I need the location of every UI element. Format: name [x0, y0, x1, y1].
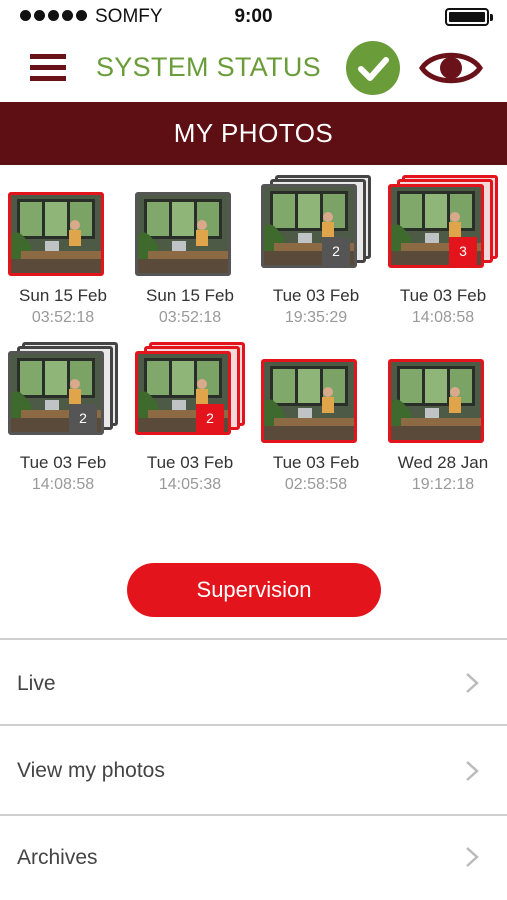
photo-date: Tue 03 Feb — [399, 286, 487, 305]
photo-time: 03:52:18 — [158, 309, 222, 326]
photo-item[interactable]: Sun 15 Feb 03:52:18 — [127, 175, 253, 326]
photo-count-badge: 2 — [196, 404, 224, 432]
photo-item[interactable]: 3 Tue 03 Feb 14:08:58 — [380, 175, 506, 326]
menu-item-label: View my photos — [17, 759, 165, 782]
photo-date: Sun 15 Feb — [146, 286, 234, 305]
chevron-right-icon — [466, 847, 479, 867]
menu-item-archives[interactable]: Archives — [0, 814, 507, 900]
photo-thumbnail — [261, 359, 357, 443]
photo-count-badge: 2 — [322, 237, 350, 265]
photo-item[interactable]: 2 Tue 03 Feb 14:08:58 — [0, 342, 126, 493]
photo-date: Tue 03 Feb — [272, 453, 360, 472]
photo-date: Tue 03 Feb — [272, 286, 360, 305]
photo-thumbnail — [8, 192, 104, 276]
photo-thumbnail — [388, 359, 484, 443]
photo-date: Tue 03 Feb — [146, 453, 234, 472]
photo-item[interactable]: 2 Tue 03 Feb 19:35:29 — [253, 175, 379, 326]
photo-time: 03:52:18 — [31, 309, 95, 326]
photo-item[interactable]: Wed 28 Jan 19:12:18 — [380, 342, 506, 493]
app-header: SYSTEM STATUS — [0, 34, 507, 102]
photo-item[interactable]: Tue 03 Feb 02:58:58 — [253, 342, 379, 493]
menu-item-view-my-photos[interactable]: View my photos — [0, 724, 507, 814]
section-title: MY PHOTOS — [0, 102, 507, 165]
photo-time: 14:05:38 — [158, 476, 222, 493]
photo-date: Sun 15 Feb — [19, 286, 107, 305]
photo-time: 14:08:58 — [411, 309, 475, 326]
photo-date: Wed 28 Jan — [397, 453, 489, 472]
system-status-title: SYSTEM STATUS — [96, 52, 321, 82]
photo-time: 14:08:58 — [31, 476, 95, 493]
chevron-right-icon — [466, 673, 479, 693]
menu-icon[interactable] — [30, 54, 66, 82]
checkmark-icon — [346, 41, 400, 95]
eye-icon[interactable] — [419, 46, 483, 90]
photo-time: 02:58:58 — [284, 476, 348, 493]
photo-time: 19:35:29 — [284, 309, 348, 326]
menu-item-label: Live — [17, 672, 56, 695]
chevron-right-icon — [466, 761, 479, 781]
battery-icon — [445, 8, 493, 26]
status-bar: SOMFY 9:00 — [0, 0, 507, 34]
photo-thumbnail — [135, 192, 231, 276]
photo-count-badge: 3 — [449, 237, 477, 265]
photo-item[interactable]: Sun 15 Feb 03:52:18 — [0, 175, 126, 326]
photo-date: Tue 03 Feb — [19, 453, 107, 472]
photo-item[interactable]: 2 Tue 03 Feb 14:05:38 — [127, 342, 253, 493]
photo-time: 19:12:18 — [411, 476, 475, 493]
status-time: 9:00 — [234, 6, 273, 27]
menu-item-live[interactable]: Live — [0, 638, 507, 724]
menu-item-label: Archives — [17, 846, 98, 869]
photo-count-badge: 2 — [69, 404, 97, 432]
supervision-button[interactable]: Supervision — [127, 563, 381, 617]
